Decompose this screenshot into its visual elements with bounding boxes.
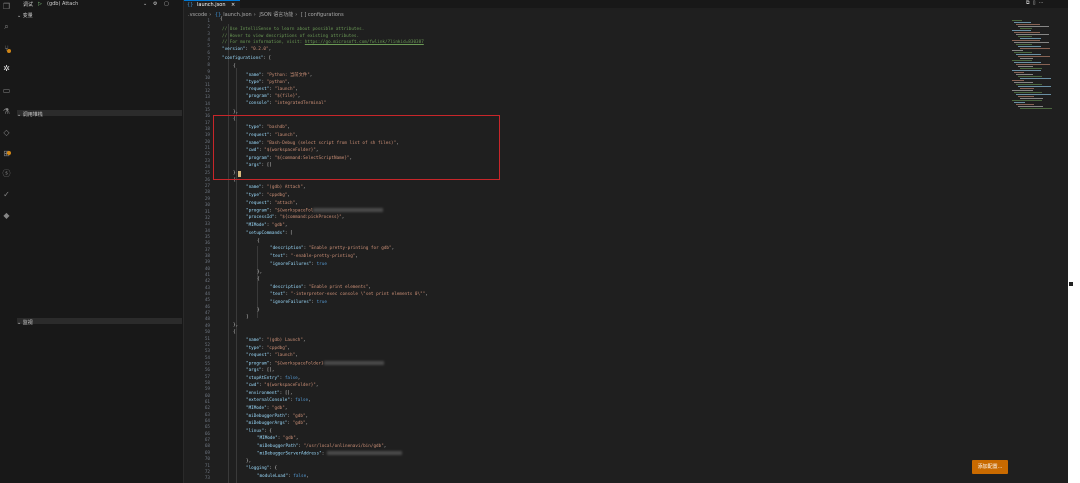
minimap-line [1014, 102, 1025, 103]
start-debugging-icon[interactable]: ▷ [38, 1, 42, 7]
minimap-line [1016, 64, 1050, 65]
minimap-line [1018, 56, 1050, 57]
minimap-line [1014, 62, 1041, 63]
minimap-line [1012, 80, 1024, 81]
indent-guide [228, 24, 229, 483]
tab-label: launch.json [197, 2, 226, 8]
minimap-line [1016, 104, 1034, 105]
minimap-line [1016, 84, 1042, 85]
editor-actions: ⧉ ▯ ⋯ [1026, 0, 1044, 6]
debug-sidebar: 调试 ▷ (gdb) Attach ⌄ ⚙ ▢ ⌄ 变量 ⌄ 调用堆栈 ⌄ 监视 [13, 0, 184, 483]
minimap-line [1014, 72, 1024, 73]
breadcrumb-folder[interactable]: .vscode [188, 12, 207, 18]
minimap-line [1016, 74, 1033, 75]
activity-bar: ❐ ⌕ ⑂ ✲ ▭ ⚗ ◇ ⊞ ⓢ ✓ ◆ [0, 0, 13, 483]
minimap-line [1012, 30, 1031, 31]
minimap-line [1014, 82, 1033, 83]
testing-icon[interactable]: ⚗ [2, 107, 11, 116]
minimap-line [1020, 28, 1032, 29]
json-file-icon: {} [187, 2, 194, 8]
minimap-line [1018, 86, 1051, 87]
close-icon[interactable]: × [231, 2, 235, 8]
minimap-line [1018, 96, 1034, 97]
minimap-line [1014, 22, 1031, 23]
minimap-line [1020, 78, 1051, 79]
editor-tabs: {} launch.json × [184, 0, 1068, 8]
section-call-stack[interactable]: ⌄ 调用堆栈 [17, 111, 43, 118]
remote-explorer-icon[interactable]: ▭ [2, 86, 11, 95]
breadcrumb-language[interactable]: JSON 语言功能 [259, 12, 293, 18]
minimap-line [1018, 76, 1042, 77]
debug-config-select[interactable]: (gdb) Attach [47, 1, 78, 7]
minimap-line [1014, 42, 1049, 43]
breadcrumb-file[interactable]: launch.json [223, 12, 252, 18]
split-editor-icon[interactable]: ⧉ [1026, 0, 1030, 6]
minimap-line [1012, 20, 1022, 21]
minimap-line [1014, 52, 1032, 53]
minimap-line [1018, 26, 1049, 27]
gear-icon[interactable]: ⚙ [153, 1, 157, 7]
minimap-line [1016, 44, 1032, 45]
source-control-badge [7, 49, 11, 53]
vscode-window: ❐ ⌕ ⑂ ✲ ▭ ⚗ ◇ ⊞ ⓢ ✓ ◆ 调试 ▷ (gdb) Attach … [0, 0, 1068, 483]
search-icon[interactable]: ⌕ [2, 22, 11, 31]
run-debug-icon[interactable]: ✲ [2, 64, 11, 73]
minimap-line [1012, 40, 1040, 41]
minimap-line [1012, 100, 1042, 101]
minimap-line [1014, 32, 1040, 33]
chevron-down-icon[interactable]: ⌄ [143, 1, 147, 7]
line-number: 73 [204, 476, 210, 482]
redacted-text [313, 208, 384, 212]
redacted-text [326, 451, 402, 455]
docker-icon[interactable]: ◆ [2, 211, 11, 220]
section-watch-header [17, 318, 182, 324]
minimap-line [1020, 38, 1041, 39]
minimap-line [1016, 54, 1041, 55]
python-icon[interactable]: ⓢ [2, 169, 11, 178]
minimap-line [1012, 50, 1023, 51]
minimap-line [1016, 94, 1051, 95]
debug-toolbar: 调试 ▷ (gdb) Attach ⌄ ⚙ ▢ [13, 0, 183, 8]
highlight-box [213, 115, 500, 180]
minimap-line [1020, 68, 1042, 69]
extension-icon[interactable]: ◇ [2, 128, 11, 137]
check-icon[interactable]: ✓ [2, 190, 11, 199]
minimap-line [1020, 98, 1043, 99]
scrollbar-thumb[interactable] [1069, 282, 1073, 286]
add-configuration-button[interactable]: 添加配置... [972, 460, 1008, 474]
minimap-line [1018, 46, 1041, 47]
minimap-line [1020, 48, 1050, 49]
minimap-line [1018, 36, 1032, 37]
minimap-line [1016, 24, 1040, 25]
breadcrumb: .vscode › {} launch.json › JSON 语言功能 › [ ] c… [188, 12, 344, 18]
section-watch[interactable]: ⌄ 监视 [17, 319, 33, 326]
docs-link[interactable]: https://go.microsoft.com/fwlink/?linkid=… [305, 40, 424, 45]
minimap-line [1020, 88, 1034, 89]
tab-launch-json[interactable]: {} launch.json × [184, 0, 240, 8]
text-cursor [238, 171, 241, 177]
minimap-line [1014, 92, 1042, 93]
debug-view-title: 调试 [23, 2, 34, 8]
more-icon[interactable]: ▢ [164, 1, 169, 7]
minimap-line [1018, 66, 1033, 67]
minimap-line [1018, 106, 1043, 107]
minimap-line [1020, 58, 1033, 59]
more-actions-icon[interactable]: ⋯ [1039, 0, 1044, 6]
extensions-badge [7, 151, 11, 155]
redacted-text [323, 361, 384, 365]
minimap-line [1012, 70, 1041, 71]
breadcrumb-symbol[interactable]: [ ] configurations [301, 12, 344, 18]
layout-icon[interactable]: ▯ [1033, 0, 1036, 6]
explorer-icon[interactable]: ❐ [2, 2, 11, 11]
section-variables[interactable]: ⌄ 变量 [17, 12, 33, 19]
minimap-line [1016, 34, 1049, 35]
minimap-line [1012, 90, 1033, 91]
minimap-line [1012, 60, 1032, 61]
minimap[interactable] [1012, 20, 1058, 110]
minimap-line [1020, 108, 1052, 109]
